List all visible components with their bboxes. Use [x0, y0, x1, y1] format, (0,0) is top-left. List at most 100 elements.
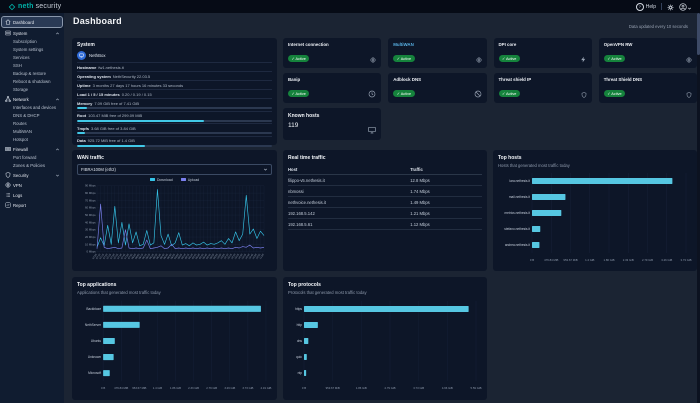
- svg-text:11:00: 11:00: [259, 252, 265, 259]
- status-card-title: DPI core: [499, 42, 587, 47]
- brand-security: security: [36, 3, 62, 10]
- sidebar-item-storage[interactable]: Storage: [2, 85, 62, 93]
- traffic-row: nethvoice.nethesis.it1.49 Mbps: [288, 197, 482, 208]
- settings-gear-button[interactable]: [667, 0, 674, 16]
- wan-interface-selected: FIBRA100M (eth2): [81, 167, 116, 172]
- traffic-value: 1.21 Mbps: [410, 208, 482, 219]
- svg-text:Unknown: Unknown: [88, 355, 102, 359]
- network-icon: [4, 96, 11, 102]
- sidebar-item-dashboard[interactable]: Dashboard: [2, 17, 62, 27]
- svg-text:476.84 MiB: 476.84 MiB: [114, 386, 128, 390]
- sidebar-item-ssh[interactable]: SSH: [2, 61, 62, 69]
- status-card-internet-connection[interactable]: Internet connection ✓ Active: [283, 38, 381, 68]
- main-content: Dashboard Data updated every 10 seconds …: [64, 13, 700, 403]
- sidebar-item-system[interactable]: System: [2, 29, 62, 37]
- status-card-title: MultiWAN: [393, 42, 481, 47]
- status-badge: ✓ Active: [288, 90, 309, 97]
- sidebar-item-services[interactable]: Services: [2, 53, 62, 61]
- realtime-traffic-table: Host Traffic filippo-v5.nethesis.it12.8 …: [288, 165, 482, 230]
- known-hosts-title: Known hosts: [288, 113, 376, 119]
- svg-text:Backblaze: Backblaze: [86, 307, 101, 311]
- traffic-host: nbmossi: [288, 186, 410, 197]
- help-button[interactable]: ? Help: [636, 3, 656, 11]
- nethbox-icon: [77, 51, 86, 60]
- status-card-openvpn-rw[interactable]: OpenVPN RW ✓ Active: [599, 38, 697, 68]
- svg-text:2.33 GiB: 2.33 GiB: [623, 258, 634, 262]
- svg-text:953.67 MiB: 953.67 MiB: [326, 386, 340, 390]
- wan-traffic-title: WAN traffic: [77, 155, 272, 161]
- list-icon: [4, 192, 11, 198]
- firewall-icon: [4, 146, 11, 152]
- chevron-down-icon: [687, 0, 692, 16]
- sidebar-item-logs[interactable]: Logs: [2, 191, 62, 199]
- status-card-adblock-dns[interactable]: Adblock DNS ✓ Active: [388, 73, 486, 103]
- status-card-threat-shield-dns[interactable]: Threat Shield DNS ✓ Active: [599, 73, 697, 103]
- status-card-title: Threat Shield DNS: [604, 77, 692, 82]
- system-meter-row: Data925.72 MiB free of 1.4 GiB: [77, 136, 272, 149]
- status-card-title: Internet connection: [288, 42, 376, 47]
- sidebar-item-report[interactable]: Report: [2, 201, 62, 209]
- wan-interface-select[interactable]: FIBRA100M (eth2): [77, 164, 272, 175]
- sidebar-item-interfaces-devices[interactable]: Interfaces and devices: [2, 103, 62, 111]
- sidebar-item-vpn[interactable]: VPN: [2, 181, 62, 189]
- svg-text:50 Mbps: 50 Mbps: [85, 212, 96, 216]
- svg-text:1.86 GiB: 1.86 GiB: [170, 386, 181, 390]
- system-meter-row: Root103.47 MiB free of 299.09 MiB: [77, 111, 272, 124]
- sidebar-item-multiwan[interactable]: MultiWAN: [2, 127, 62, 135]
- sidebar-item-zones-policies[interactable]: Zones & Policies: [2, 161, 62, 169]
- sidebar-item-dns-dhcp[interactable]: DNS & DHCP: [2, 111, 62, 119]
- svg-text:https: https: [295, 307, 302, 311]
- sidebar-item-reboot-shutdown[interactable]: Reboot & shutdown: [2, 77, 62, 85]
- svg-text:3.73 GiB: 3.73 GiB: [242, 386, 253, 390]
- svg-text:3.73 GiB: 3.73 GiB: [681, 258, 692, 262]
- status-card-dpi-core[interactable]: DPI core ✓ Active: [494, 38, 592, 68]
- account-menu-button[interactable]: [679, 0, 692, 16]
- chevron-down-icon: [55, 173, 60, 178]
- svg-text:80 Mbps: 80 Mbps: [85, 191, 96, 195]
- svg-text:1.4 GiB: 1.4 GiB: [153, 386, 162, 390]
- svg-text:dns: dns: [297, 339, 303, 343]
- traffic-value: 12.8 Mbps: [410, 175, 482, 186]
- wan-traffic-legend: DownloadUpload: [77, 178, 272, 182]
- sidebar-item-backup-restore[interactable]: Backup & restore: [2, 69, 62, 77]
- sidebar: Dashboard System Subscription System set…: [0, 13, 64, 403]
- gear-icon: [667, 0, 674, 16]
- sidebar-item-security[interactable]: Security: [2, 171, 62, 179]
- globe-icon: [4, 182, 11, 188]
- svg-text:2.79 GiB: 2.79 GiB: [642, 258, 653, 262]
- svg-text:953.67 MiB: 953.67 MiB: [132, 386, 146, 390]
- chart-icon: [4, 202, 11, 208]
- traffic-value: 1.12 Mbps: [410, 219, 482, 230]
- sidebar-item-port-forward[interactable]: Port forward: [2, 153, 62, 161]
- bolt-icon: [580, 50, 587, 68]
- traffic-host: 192.168.5.61: [288, 219, 410, 230]
- nethbox-row: NethBox: [77, 51, 272, 60]
- sidebar-item-hotspot[interactable]: Hotspot: [2, 135, 62, 143]
- svg-text:476.84 MiB: 476.84 MiB: [544, 258, 558, 262]
- sidebar-item-subscription[interactable]: Subscription: [2, 37, 62, 45]
- sidebar-item-system-settings[interactable]: System settings: [2, 45, 62, 53]
- traffic-row: 192.168.5.1421.21 Mbps: [288, 208, 482, 219]
- traffic-value: 1.74 Mbps: [410, 186, 482, 197]
- sidebar-item-routes[interactable]: Routes: [2, 119, 62, 127]
- svg-text:5.59 GiB: 5.59 GiB: [471, 386, 482, 390]
- svg-text:10 Mbps: 10 Mbps: [85, 242, 96, 246]
- sidebar-item-firewall[interactable]: Firewall: [2, 145, 62, 153]
- svg-text:1.86 GiB: 1.86 GiB: [604, 258, 615, 262]
- status-card-title: OpenVPN RW: [604, 42, 692, 47]
- svg-text:30 Mbps: 30 Mbps: [85, 227, 96, 231]
- chevron-up-icon: [55, 31, 60, 36]
- system-info-row: Load 1 / 5 / 15 minutes0.20 / 0.19 / 0.1…: [77, 89, 272, 98]
- brand[interactable]: nethsecurity: [8, 3, 61, 11]
- known-hosts-card[interactable]: Known hosts 119: [283, 108, 381, 140]
- svg-text:3.26 GiB: 3.26 GiB: [661, 258, 672, 262]
- sidebar-item-network[interactable]: Network: [2, 95, 62, 103]
- svg-text:70 Mbps: 70 Mbps: [85, 198, 96, 202]
- svg-text:2.79 GiB: 2.79 GiB: [385, 386, 396, 390]
- svg-text:4.19 GiB: 4.19 GiB: [261, 386, 272, 390]
- status-card-threat-shield-ip[interactable]: Threat shield IP ✓ Active: [494, 73, 592, 103]
- status-card-multiwan[interactable]: MultiWAN ✓ Active: [388, 38, 486, 68]
- shield-icon: [4, 172, 11, 178]
- svg-text:0 B: 0 B: [530, 258, 534, 262]
- status-card-banip[interactable]: Banip ✓ Active: [283, 73, 381, 103]
